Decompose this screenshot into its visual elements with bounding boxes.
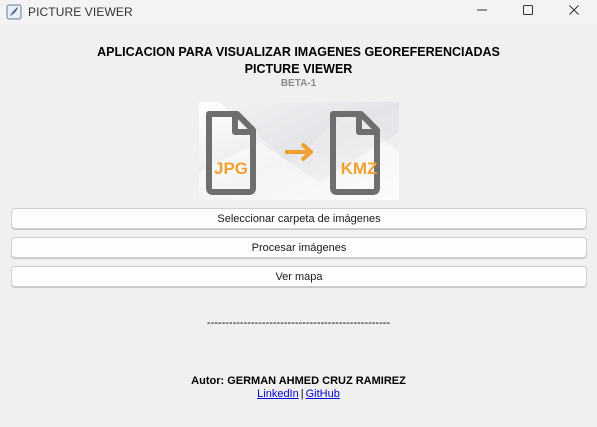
divider-line: ----------------------------------------…: [206, 317, 391, 329]
github-link[interactable]: GitHub: [306, 388, 340, 400]
app-subtitle: PICTURE VIEWER: [244, 62, 353, 76]
social-links: LinkedIn | GitHub: [0, 388, 597, 400]
select-folder-button[interactable]: Seleccionar carpeta de imágenes: [11, 208, 587, 229]
title-bar[interactable]: PICTURE VIEWER: [0, 0, 597, 24]
minimize-button[interactable]: [459, 0, 505, 24]
to-format-label: KMZ: [341, 159, 378, 178]
view-map-button[interactable]: Ver mapa: [11, 266, 587, 287]
from-format-label: JPG: [214, 159, 248, 178]
conversion-banner: JPG KMZ: [199, 102, 399, 200]
version-label: BETA-1: [280, 78, 317, 89]
app-window: PICTURE VIEWER APLICACION PARA VISUALIZA…: [0, 0, 597, 427]
link-separator: |: [300, 388, 304, 400]
maximize-button[interactable]: [505, 0, 551, 24]
close-button[interactable]: [551, 0, 597, 24]
maximize-icon: [522, 3, 534, 21]
app-heading: APLICACION PARA VISUALIZAR IMAGENES GEOR…: [97, 45, 500, 59]
app-feather-icon: [6, 4, 22, 20]
linkedin-link[interactable]: LinkedIn: [257, 388, 299, 400]
author-credit: Autor: GERMAN AHMED CRUZ RAMIREZ: [191, 375, 406, 387]
process-images-button[interactable]: Procesar imágenes: [11, 237, 587, 258]
minimize-icon: [476, 3, 488, 21]
window-title: PICTURE VIEWER: [28, 5, 133, 19]
close-icon: [568, 3, 580, 21]
